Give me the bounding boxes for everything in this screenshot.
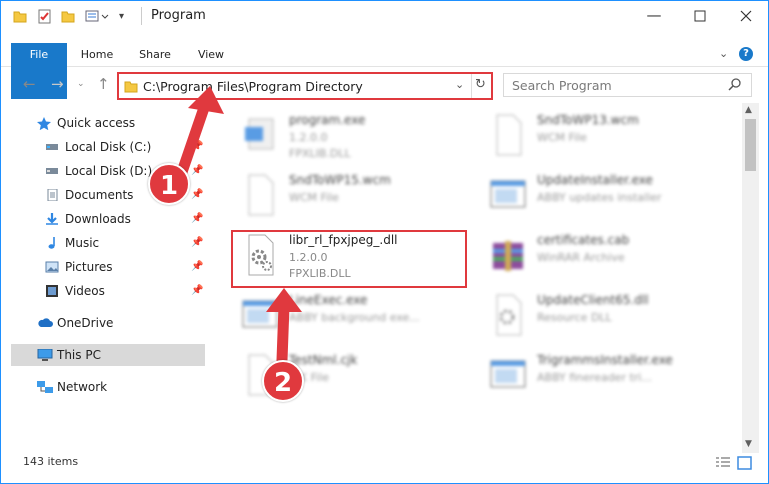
annotation-arrows bbox=[176, 86, 302, 366]
step-1-badge: 1 bbox=[148, 163, 190, 205]
step-2-badge: 2 bbox=[262, 360, 304, 402]
